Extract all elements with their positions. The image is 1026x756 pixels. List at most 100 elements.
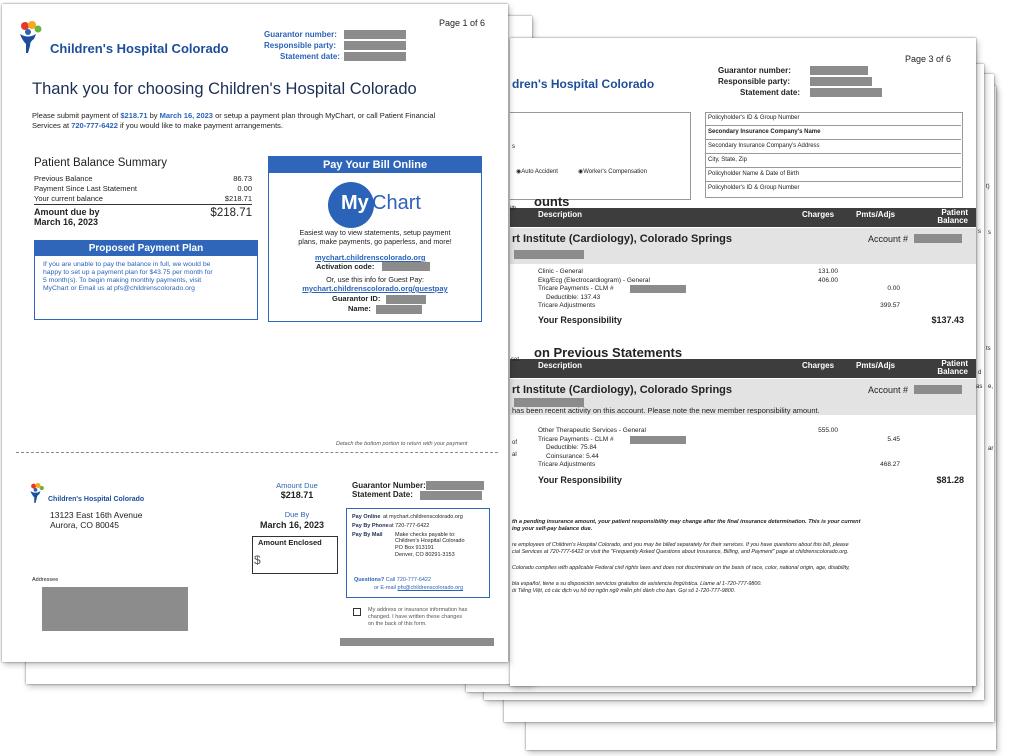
pay-online-desc: Easiest way to view statements, setup pa… — [299, 228, 451, 237]
intro-text: Please submit payment of — [32, 111, 121, 120]
footnote: bla español, tiene a su disposición serv… — [512, 581, 762, 587]
logo-text: Children's Hospital Colorado — [50, 41, 229, 56]
intro-text: if you would like to make payment arrang… — [117, 121, 283, 130]
redacted-field — [420, 491, 482, 500]
line-item-charge: 131.00 — [818, 268, 838, 275]
page3-guarantor-label: Guarantor number: — [718, 66, 791, 75]
summary-title: Patient Balance Summary — [34, 157, 167, 169]
guarantor-number-label: Guarantor number: — [264, 30, 337, 39]
footnote: Colorado complies with applicable Federa… — [512, 565, 850, 571]
pay-option-label: Pay Online — [352, 514, 381, 520]
questions-label: Questions? — [354, 577, 385, 583]
pay-option-value: Make checks payable to: — [395, 532, 456, 538]
margin-fragment: al — [512, 452, 517, 458]
stub-address-2: Aurora, CO 80045 — [50, 520, 119, 530]
amount-due-value: $218.71 — [210, 207, 252, 219]
line-item-description: Deductible: 75.84 — [546, 444, 597, 452]
guarantor-id-label: Guarantor ID: — [332, 294, 381, 303]
insurance-field: Secondary Insurance Company's Name — [706, 126, 961, 140]
redacted-field — [382, 262, 430, 271]
footnote: re employees of Children's Hospital Colo… — [512, 542, 849, 548]
intro-line-2: Services at 720-777-6422 if you would li… — [32, 121, 283, 130]
line-item-description: Coinsurance: 5.44 — [546, 452, 599, 460]
intro-phone: 720-777-6422 — [71, 121, 118, 130]
insurance-field: Policyholder's ID & Group Number — [708, 185, 800, 191]
questions-phone: Call 720-777-6422 — [385, 577, 432, 583]
margin-fragment: e, — [988, 384, 994, 390]
intro-line-1: Please submit payment of $218.71 by Marc… — [32, 111, 435, 120]
checkbox-text: changed. I have written these changes — [368, 614, 463, 620]
payment-plan-line: If you are unable to pay the balance in … — [43, 261, 211, 268]
line-item-description: Tricare Payments - CLM # — [538, 435, 614, 443]
intro-date: March 16, 2023 — [159, 111, 213, 120]
hospital-logo-icon — [20, 21, 42, 53]
page3-logo-text: dren's Hospital Colorado — [512, 77, 655, 91]
redacted-field — [344, 30, 406, 39]
margin-fragment: as — [976, 384, 983, 390]
pay-option-value: at 720-777-6422 — [389, 523, 430, 529]
account2-title: rt Institute (Cardiology), Colorado Spri… — [512, 384, 732, 396]
line-item-description: Tricare Adjustments — [538, 461, 596, 469]
redacted-field — [630, 435, 686, 444]
redacted-field — [914, 234, 962, 243]
margin-fragment: ar — [988, 446, 994, 452]
page3-statement-date-label: Statement date: — [740, 88, 801, 97]
addressee-label: Addressee — [32, 577, 59, 583]
amount-due-label: Amount due by — [34, 207, 100, 217]
table-header: Description Charges Pmts/Adjs Patient Ba… — [510, 208, 976, 227]
intro-amount: $218.71 — [120, 111, 148, 120]
account1-responsibility-value: $137.43 — [931, 315, 964, 325]
margin-fragment: of — [512, 440, 518, 446]
account2-responsibility-label: Your Responsibility — [538, 475, 622, 485]
mychart-link[interactable]: mychart.childrenscolorado.org — [315, 253, 425, 262]
guest-pay-link[interactable]: mychart.childrenscolorado.org/guestpay — [268, 284, 482, 293]
summary-row-label: Payment Since Last Statement — [34, 184, 137, 193]
activation-code-label: Activation code: — [316, 262, 375, 271]
summary-row-value: $218.71 — [224, 194, 252, 203]
col-description: Description — [538, 210, 583, 219]
footnote: ói Tiếng Việt, có các dịch vụ hỗ trợ ngô… — [512, 588, 736, 594]
guest-pay-text: Or, use this info for Guest Pay: — [326, 275, 424, 284]
line-item-description: Tricare Payments - CLM # — [538, 285, 614, 293]
mail-line: Children's Hospital Colorado — [395, 538, 465, 544]
page1-page-label: Page 1 of 6 — [439, 18, 486, 28]
margin-fragment: s — [978, 229, 981, 235]
hospital-logo-icon — [30, 483, 44, 503]
payment-plan-line: happy to set up a payment plan for $43.7… — [43, 269, 213, 276]
summary-row-value: 0.00 — [237, 184, 252, 193]
col-charges: Charges — [802, 210, 835, 219]
intro-text: by — [147, 111, 160, 120]
intro-text: Services at — [32, 121, 72, 130]
insurance-field-partial: s — [512, 144, 515, 150]
col-balance: Patient Balance — [937, 208, 968, 225]
checkbox-text: on the back of this form. — [368, 621, 427, 627]
account2-responsibility-value: $81.28 — [936, 475, 964, 485]
mychart-logo-my: My — [341, 192, 369, 214]
redacted-field — [810, 88, 882, 97]
redacted-field — [344, 41, 406, 50]
stub-logo-text: Children's Hospital Colorado — [48, 496, 145, 503]
col-description: Description — [538, 361, 583, 370]
page-title: Thank you for choosing Children's Hospit… — [32, 80, 417, 98]
line-item-payment: 5.45 — [887, 435, 900, 443]
section-title-previous: on Previous Statements — [534, 345, 683, 360]
workers-comp-radio[interactable]: ◉Worker's Compensation — [578, 168, 647, 175]
address-change-checkbox[interactable] — [353, 608, 361, 616]
questions-email[interactable]: pfs@childrenscolorado.org — [398, 585, 464, 591]
auto-accident-radio[interactable]: ◉Auto Accident — [516, 168, 558, 175]
pay-online-title: Pay Your Bill Online — [269, 157, 481, 173]
intro-text: or setup a payment plan through MyChart,… — [212, 111, 436, 120]
questions-line: Questions? Call 720-777-6422 — [354, 577, 431, 583]
stub-amount-due-label: Amount Due — [276, 481, 318, 490]
footnote: th a pending insurance amount, your pati… — [512, 519, 861, 525]
line-item-charge: 555.00 — [818, 427, 838, 434]
redacted-field — [376, 305, 422, 314]
insurance-left-box — [510, 112, 691, 200]
line-item-charge: 406.00 — [818, 276, 838, 284]
summary-row-label: Your current balance — [34, 194, 103, 203]
account1-number-label: Account # — [868, 234, 909, 244]
statement-page-1: Children's Hospital Colorado Page 1 of 6… — [2, 4, 508, 662]
redacted-field — [810, 77, 872, 86]
account2-notice: has been recent activity on this account… — [512, 406, 820, 415]
stub-due-by-value: March 16, 2023 — [260, 520, 325, 530]
